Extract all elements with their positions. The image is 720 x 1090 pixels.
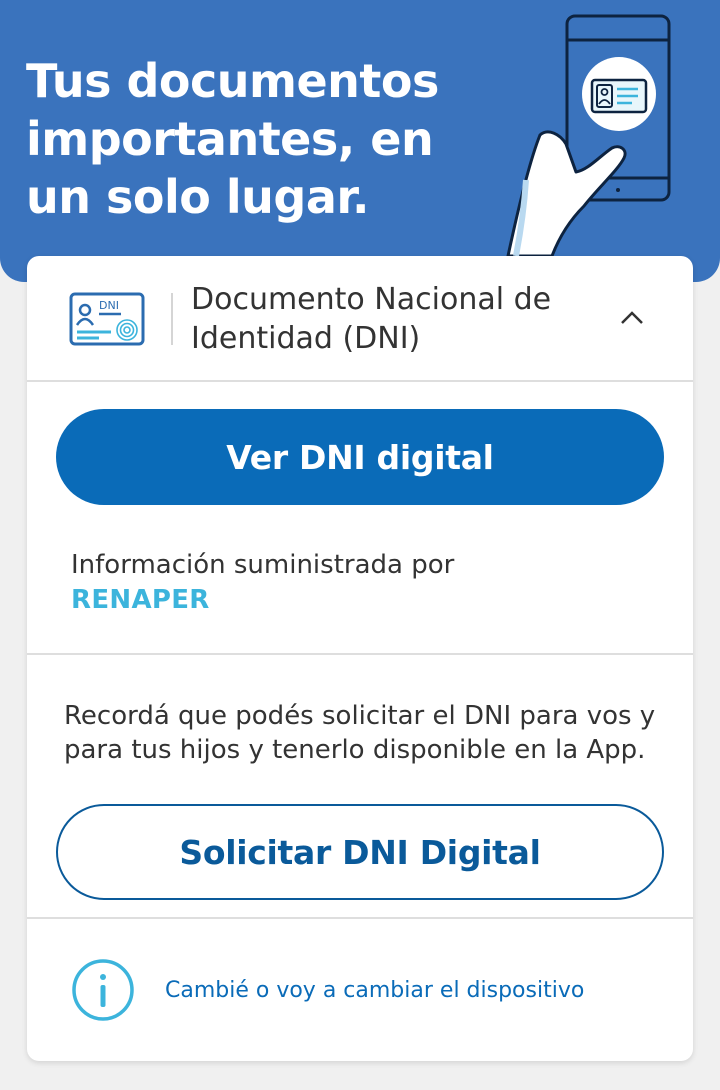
request-dni-digital-button[interactable]: Solicitar DNI Digital [56,804,664,900]
change-device-link[interactable]: Cambié o voy a cambiar el dispositivo [165,976,584,1006]
document-title: Documento Nacional de Identidad (DNI) [191,282,552,356]
dni-card: DNI Documento Nacional de Identidad (DNI… [27,256,693,1061]
phone-hand-illustration [506,14,671,258]
view-dni-digital-button[interactable]: Ver DNI digital [56,409,664,505]
divider [27,653,693,655]
divider [27,380,693,382]
divider [27,917,693,919]
dni-card-header[interactable]: DNI Documento Nacional de Identidad (DNI… [27,256,693,381]
supplied-by-label: Información suministrada por [71,550,455,580]
dni-card-icon: DNI [69,292,145,346]
hero-banner: Tus documentos importantes, en un solo l… [0,0,720,282]
reminder-text: Recordá que podés solicitar el DNI para … [64,701,656,765]
provider-label: RENAPER [71,585,210,615]
svg-text:DNI: DNI [99,299,119,312]
info-icon [72,959,134,1021]
header-divider [171,293,173,345]
chevron-up-icon[interactable] [619,308,645,326]
hero-title: Tus documentos importantes, en un solo l… [26,54,439,224]
